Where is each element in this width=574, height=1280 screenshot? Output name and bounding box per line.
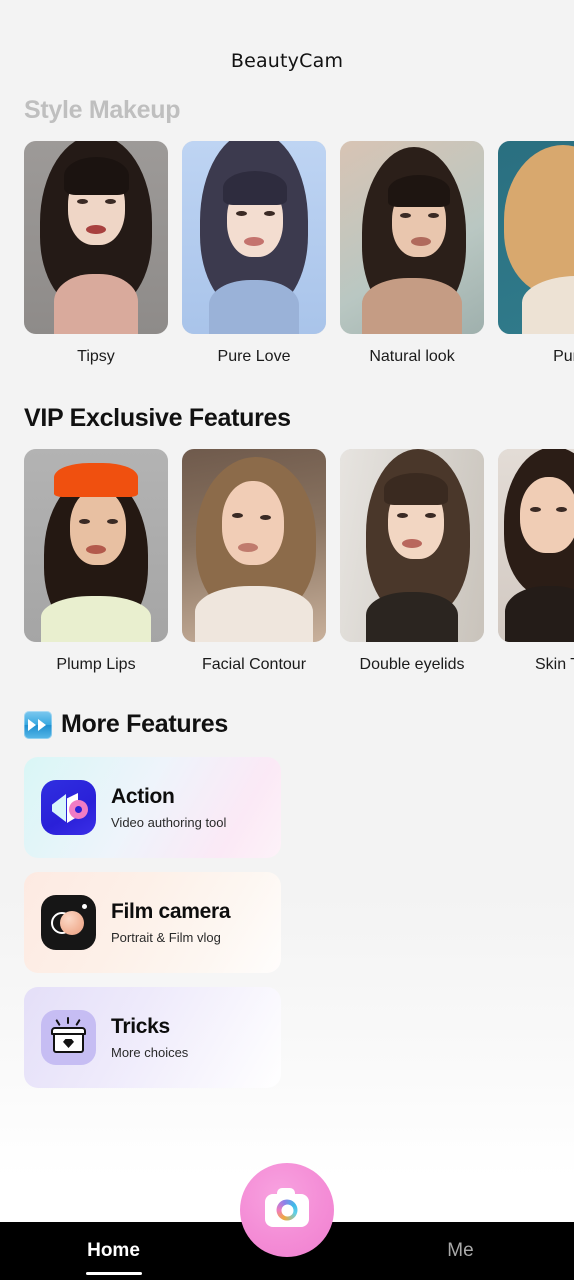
action-app-icon (41, 780, 96, 835)
camera-icon (265, 1187, 309, 1227)
vip-card-plump-lips[interactable]: Plump Lips (24, 449, 168, 674)
style-makeup-card-label: Tipsy (77, 348, 115, 365)
section-heading-label: Style Makeup (24, 96, 181, 124)
nav-active-indicator (85, 1272, 142, 1275)
vip-card-thumb[interactable] (24, 449, 168, 642)
nav-item-me[interactable]: Me (347, 1240, 574, 1262)
feature-card-subtitle: Portrait & Film vlog (111, 929, 221, 945)
vip-card-label: Plump Lips (56, 656, 136, 673)
section-heading-label: VIP Exclusive Features (24, 404, 291, 432)
nav-item-label: Me (447, 1240, 474, 1261)
style-makeup-card-label: Pure Love (217, 348, 291, 365)
section-heading-vip: VIP Exclusive Features (0, 404, 574, 433)
style-makeup-thumb[interactable] (498, 141, 574, 334)
nav-item-home[interactable]: Home (0, 1240, 227, 1275)
style-makeup-card-pure[interactable]: Pure (498, 141, 574, 366)
style-makeup-card-natural-look[interactable]: Natural look (340, 141, 484, 366)
style-makeup-rail[interactable]: Tipsy Pure Love Natural look Pu (0, 141, 574, 366)
vip-card-skin-tone[interactable]: Skin Tone (498, 449, 574, 674)
app-title: BeautyCam (230, 50, 344, 72)
feature-card-subtitle: More choices (111, 1044, 189, 1060)
style-makeup-card-label: Natural look (369, 348, 455, 365)
style-makeup-thumb[interactable] (340, 141, 484, 334)
vip-card-label: Facial Contour (201, 656, 307, 673)
more-features-grid: Action Video authoring tool Film camera … (0, 757, 574, 1088)
vip-card-label: Double eyelids (359, 656, 465, 673)
vip-card-facial-contour[interactable]: Facial Contour (182, 449, 326, 674)
section-heading-more-features: More Features (0, 710, 574, 739)
feature-card-title: Tricks (111, 1015, 170, 1039)
vip-card-thumb[interactable] (182, 449, 326, 642)
nav-item-label: Home (87, 1240, 140, 1261)
feature-card-subtitle: Video authoring tool (111, 814, 227, 830)
style-makeup-thumb[interactable] (182, 141, 326, 334)
camera-shutter-button[interactable] (240, 1163, 334, 1257)
style-makeup-thumb[interactable] (24, 141, 168, 334)
film-camera-app-icon (41, 895, 96, 950)
feature-card-tricks[interactable]: Tricks More choices (24, 987, 281, 1088)
vip-card-thumb[interactable] (498, 449, 574, 642)
feature-card-film-camera[interactable]: Film camera Portrait & Film vlog (24, 872, 281, 973)
vip-features-rail[interactable]: Plump Lips Facial Contour Double eyelids… (0, 449, 574, 674)
style-makeup-card-tipsy[interactable]: Tipsy (24, 141, 168, 366)
style-makeup-card-label: Pure (553, 348, 574, 365)
style-makeup-card-pure-love[interactable]: Pure Love (182, 141, 326, 366)
feature-card-title: Action (111, 785, 175, 809)
vip-card-double-eyelids[interactable]: Double eyelids (340, 449, 484, 674)
camera-lens-icon (276, 1199, 298, 1221)
vip-card-label: Skin Tone (535, 656, 574, 673)
feature-card-title: Film camera (111, 900, 231, 924)
section-heading-style-makeup: Style Makeup (0, 96, 574, 125)
section-heading-label: More Features (61, 710, 228, 738)
fast-forward-icon (24, 710, 52, 739)
vip-card-thumb[interactable] (340, 449, 484, 642)
treasure-box-icon (41, 1010, 96, 1065)
feature-card-action[interactable]: Action Video authoring tool (24, 757, 281, 858)
